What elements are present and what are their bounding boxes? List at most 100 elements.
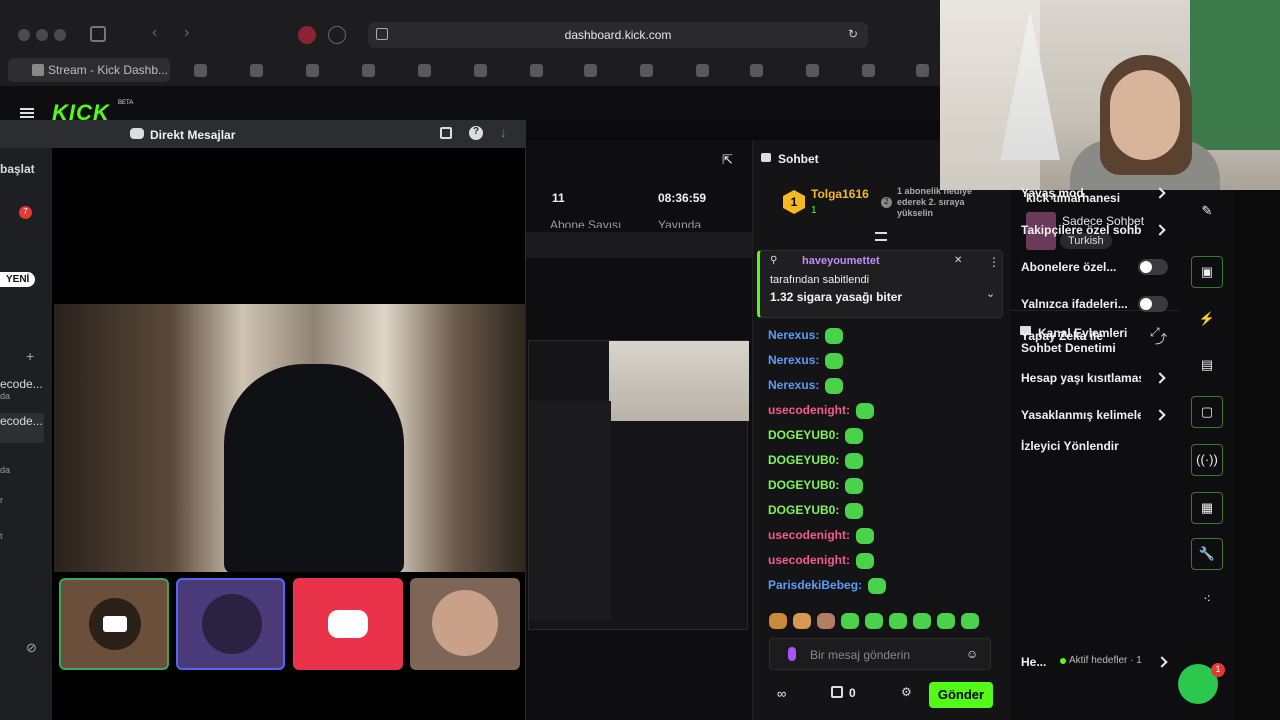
goals-chevron-icon[interactable] <box>1156 656 1168 668</box>
gift-icon[interactable] <box>831 686 843 698</box>
tab-icon-5[interactable] <box>418 64 431 77</box>
popout-icon[interactable]: ⇱ <box>722 152 733 168</box>
wrench-icon[interactable]: 🔧 <box>1191 538 1223 570</box>
tab-icon-10[interactable] <box>696 64 709 77</box>
inbox-icon[interactable] <box>440 127 452 139</box>
chat-username[interactable]: Nerexus: <box>768 353 819 367</box>
menu-icon[interactable] <box>20 108 34 118</box>
channel-action[interactable]: Yapay Zeka ile Sohbet Denetimi <box>1021 330 1139 354</box>
emote-6[interactable] <box>889 612 907 629</box>
sidebar-item-5[interactable]: t <box>0 531 3 541</box>
screenshot-icon[interactable]: ▣ <box>1191 256 1223 288</box>
channel-action[interactable]: Yalnızca ifadeleri... <box>1021 297 1141 311</box>
forward-icon[interactable]: › <box>184 24 189 42</box>
chat-message[interactable]: Nerexus: <box>768 378 844 394</box>
tab-icon-4[interactable] <box>362 64 375 77</box>
channel-action[interactable]: Hesap yaşı kısıtlaması <box>1021 371 1141 385</box>
chat-username[interactable]: Nerexus: <box>768 378 819 392</box>
chat-username[interactable]: usecodenight: <box>768 553 850 567</box>
zoom-window-button[interactable] <box>54 29 66 41</box>
settings-icon[interactable]: ⚙ <box>901 685 912 699</box>
sidebar-toggle-icon[interactable] <box>90 26 106 42</box>
chat-options-icon[interactable]: ∞ <box>777 686 786 701</box>
channel-action[interactable]: Abonelere özel... <box>1021 260 1141 274</box>
emote-2[interactable] <box>793 612 811 629</box>
chat-message[interactable]: usecodenight: <box>768 528 875 544</box>
chat-message[interactable]: DOGEYUB0: <box>768 478 864 494</box>
top-user[interactable]: Tolga1616 <box>811 187 869 201</box>
chat-username[interactable]: ParisdekiBebeg: <box>768 578 862 592</box>
chat-message[interactable]: usecodenight: <box>768 403 875 419</box>
tab-icon-14[interactable] <box>916 64 929 77</box>
channel-action[interactable]: Yasaklanmış kelimele <box>1021 408 1141 422</box>
toggle-switch[interactable] <box>1138 296 1168 312</box>
address-bar[interactable]: dashboard.kick.com ↻ <box>368 22 868 48</box>
expand-icon[interactable]: ⌄ <box>986 287 995 300</box>
tab-icon-6[interactable] <box>474 64 487 77</box>
participant-tile-2[interactable] <box>176 578 285 670</box>
emote-9[interactable] <box>961 612 979 629</box>
chat-input[interactable]: Bir mesaj gönderin ☺ <box>769 638 991 670</box>
pinned-message[interactable]: ⚲ haveyoumettet tarafından sabitlendi 1.… <box>757 250 1003 318</box>
tab-icon-12[interactable] <box>806 64 819 77</box>
chat-message[interactable]: ParisdekiBebeg: <box>768 578 887 594</box>
emoji-icon[interactable]: ☺ <box>966 647 978 661</box>
unpin-icon[interactable]: ✕ <box>954 255 962 266</box>
emote-7[interactable] <box>913 612 931 629</box>
sidebar-item-1[interactable]: ecode... <box>0 377 43 391</box>
reload-icon[interactable]: ↻ <box>848 27 858 41</box>
chat-username[interactable]: DOGEYUB0: <box>768 503 839 517</box>
emote-5[interactable] <box>865 612 883 629</box>
close-window-button[interactable] <box>18 29 30 41</box>
chat-message[interactable]: DOGEYUB0: <box>768 428 864 444</box>
participant-tile-4[interactable] <box>410 578 520 670</box>
tab-kick-dashboard[interactable]: Stream - Kick Dashb... <box>8 58 170 82</box>
sidebar-item-4[interactable]: r <box>0 495 3 505</box>
emote-8[interactable] <box>937 612 955 629</box>
broadcast-icon[interactable]: ((·)) <box>1191 444 1223 476</box>
participant-tile-1[interactable] <box>59 578 169 670</box>
tab-icon-11[interactable] <box>750 64 763 77</box>
sidebar-item-2[interactable]: ecode... <box>0 413 44 443</box>
emote-1[interactable] <box>769 612 787 629</box>
emote-4[interactable] <box>841 612 859 629</box>
chat-username[interactable]: usecodenight: <box>768 528 850 542</box>
emote-3[interactable] <box>817 612 835 629</box>
tab-icon-7[interactable] <box>530 64 543 77</box>
tab-icon-3[interactable] <box>306 64 319 77</box>
channel-action[interactable]: Takipçilere özel sohbe <box>1021 223 1141 237</box>
chat-message[interactable]: Nerexus: <box>768 353 844 369</box>
help-icon[interactable]: ? <box>469 126 483 140</box>
chat-username[interactable]: DOGEYUB0: <box>768 453 839 467</box>
chat-username[interactable]: Nerexus: <box>768 328 819 342</box>
pinterest-icon[interactable] <box>298 26 316 44</box>
channel-action[interactable]: Yavaş mod <box>1021 186 1141 200</box>
chat-username[interactable]: DOGEYUB0: <box>768 478 839 492</box>
block-icon[interactable]: ⊘ <box>26 640 37 656</box>
filter-icon[interactable] <box>875 232 887 241</box>
lightning-icon[interactable]: ⚡ <box>1191 304 1223 336</box>
download-icon[interactable]: ↓ <box>500 125 507 140</box>
chat-toggle-icon[interactable]: ▢ <box>1191 396 1223 428</box>
tab-icon-1[interactable] <box>194 64 207 77</box>
more-icon[interactable]: ⋮ <box>988 255 1000 269</box>
goals-label-short[interactable]: He... <box>1021 655 1046 669</box>
layout-icon[interactable]: ▦ <box>1191 492 1223 524</box>
sidebar-item-3[interactable]: da <box>0 465 10 475</box>
add-icon[interactable]: + <box>26 348 34 364</box>
chat-message[interactable]: DOGEYUB0: <box>768 503 864 519</box>
pinned-user[interactable]: haveyoumettet <box>802 255 880 267</box>
edit-icon[interactable]: ✎ <box>1191 196 1223 228</box>
send-button[interactable]: Gönder <box>929 682 993 708</box>
chat-message[interactable]: DOGEYUB0: <box>768 453 864 469</box>
extension-icon[interactable] <box>328 26 346 44</box>
more-tools-icon[interactable]: ⁖ <box>1191 584 1223 616</box>
tab-icon-13[interactable] <box>862 64 875 77</box>
tab-icon-9[interactable] <box>640 64 653 77</box>
minimize-window-button[interactable] <box>36 29 48 41</box>
external-link-icon[interactable]: ⤴ <box>1155 330 1167 347</box>
chat-message[interactable]: usecodenight: <box>768 553 875 569</box>
chat-username[interactable]: DOGEYUB0: <box>768 428 839 442</box>
chat-message[interactable]: Nerexus: <box>768 328 844 344</box>
participant-tile-discord[interactable] <box>293 578 403 670</box>
